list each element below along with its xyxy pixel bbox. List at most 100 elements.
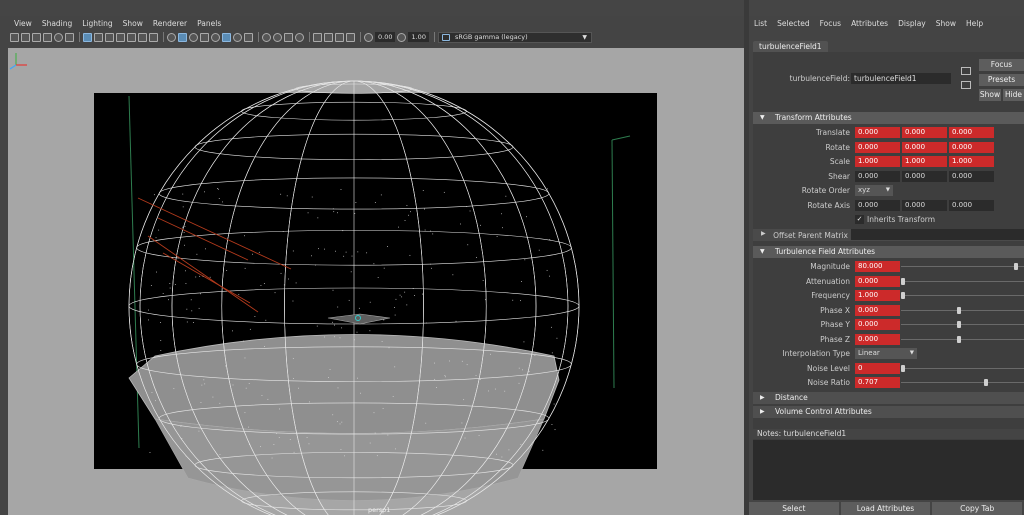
rotate-x-field[interactable]: 0.000 xyxy=(855,142,900,153)
anti-aliasing-icon[interactable] xyxy=(262,32,271,42)
noise-level-field[interactable]: 0 xyxy=(855,363,900,374)
noise-ratio-field[interactable]: 0.707 xyxy=(855,377,900,388)
shear-z-field[interactable]: 0.000 xyxy=(949,171,994,182)
frequency-slider-track[interactable] xyxy=(901,295,1024,296)
rotate-order-dropdown[interactable]: xyz ▼ xyxy=(855,185,893,196)
phase-y-slider-handle[interactable] xyxy=(956,321,961,328)
shear-x-field[interactable]: 0.000 xyxy=(855,171,900,182)
screen-space-ao-icon[interactable] xyxy=(233,32,242,42)
interpolation-type-dropdown[interactable]: Linear ▼ xyxy=(855,348,917,359)
select-joints-icon[interactable] xyxy=(346,32,355,42)
translate-x-field[interactable]: 0.000 xyxy=(855,127,900,138)
magnitude-slider-track[interactable] xyxy=(901,266,1024,267)
inherits-transform-checkbox[interactable]: ✓ xyxy=(855,215,864,224)
phase-x-field[interactable]: 0.000 xyxy=(855,305,900,316)
rotate-z-field[interactable]: 0.000 xyxy=(949,142,994,153)
presets-button[interactable]: Presets xyxy=(979,74,1024,86)
field-chart-icon[interactable] xyxy=(127,32,136,42)
menu-show-ae[interactable]: Show xyxy=(931,19,961,28)
go-to-output-icon[interactable] xyxy=(961,81,971,89)
menu-focus[interactable]: Focus xyxy=(815,19,846,28)
wireframe-icon[interactable] xyxy=(167,32,176,42)
section-volume-control[interactable]: ▶ Volume Control Attributes xyxy=(753,406,1024,418)
menu-lighting[interactable]: Lighting xyxy=(77,19,117,28)
scale-z-field[interactable]: 1.000 xyxy=(949,156,994,167)
menu-attributes[interactable]: Attributes xyxy=(846,19,893,28)
menu-renderer[interactable]: Renderer xyxy=(148,19,192,28)
frequency-field[interactable]: 1.000 xyxy=(855,290,900,301)
safe-action-icon[interactable] xyxy=(138,32,147,42)
bookmark-icon[interactable] xyxy=(32,32,41,42)
rotate-y-field[interactable]: 0.000 xyxy=(902,142,947,153)
resolution-gate-icon[interactable] xyxy=(105,32,114,42)
section-turbulence-field[interactable]: ▼ Turbulence Field Attributes xyxy=(753,246,1024,258)
phase-x-slider-handle[interactable] xyxy=(956,307,961,314)
menu-panels[interactable]: Panels xyxy=(192,19,226,28)
phase-x-slider-track[interactable] xyxy=(901,310,1024,311)
xray-joints-icon[interactable] xyxy=(313,32,322,42)
2d-pan-zoom-icon[interactable] xyxy=(54,32,63,42)
noise-level-slider-track[interactable] xyxy=(901,368,1024,369)
select-button[interactable]: Select xyxy=(749,502,839,515)
tab-turbulence-field[interactable]: turbulenceField1 xyxy=(753,41,828,52)
noise-level-slider-handle[interactable] xyxy=(901,365,905,372)
lights-icon[interactable] xyxy=(211,32,220,42)
focus-button[interactable]: Focus xyxy=(979,59,1024,71)
phase-y-slider-track[interactable] xyxy=(901,324,1024,325)
smooth-shade-icon[interactable] xyxy=(178,32,187,42)
rotate-axis-x-field[interactable]: 0.000 xyxy=(855,200,900,211)
section-distance[interactable]: ▶ Distance xyxy=(753,392,1024,404)
grease-pencil-icon[interactable] xyxy=(65,32,74,42)
section-offset-parent-matrix[interactable]: ▶ Offset Parent Matrix xyxy=(753,229,1024,241)
3d-viewport[interactable]: persp1 xyxy=(8,48,744,515)
gate-mask-icon[interactable] xyxy=(116,32,125,42)
motion-blur-icon[interactable] xyxy=(244,32,253,42)
depth-of-field-icon[interactable] xyxy=(273,32,282,42)
select-camera-icon[interactable] xyxy=(10,32,19,42)
translate-z-field[interactable]: 0.000 xyxy=(949,127,994,138)
menu-help[interactable]: Help xyxy=(961,19,988,28)
scale-y-field[interactable]: 1.000 xyxy=(902,156,947,167)
hide-button[interactable]: Hide xyxy=(1003,89,1024,101)
menu-display[interactable]: Display xyxy=(893,19,931,28)
translate-y-field[interactable]: 0.000 xyxy=(902,127,947,138)
shear-y-field[interactable]: 0.000 xyxy=(902,171,947,182)
attenuation-slider-track[interactable] xyxy=(901,281,1024,282)
noise-ratio-slider-handle[interactable] xyxy=(984,379,989,386)
magnitude-slider-handle[interactable] xyxy=(1014,263,1019,270)
exposure-field[interactable]: 0.00 xyxy=(375,32,396,42)
node-name-field[interactable]: turbulenceField1 xyxy=(851,73,951,84)
camera-attributes-icon[interactable] xyxy=(21,32,30,42)
show-button[interactable]: Show xyxy=(979,89,1001,101)
rotate-axis-y-field[interactable]: 0.000 xyxy=(902,200,947,211)
phase-z-field[interactable]: 0.000 xyxy=(855,334,900,345)
color-space-dropdown[interactable]: sRGB gamma (legacy) ▼ xyxy=(437,31,592,43)
phase-y-field[interactable]: 0.000 xyxy=(855,319,900,330)
menu-view[interactable]: View xyxy=(0,19,37,28)
isolate-select-icon[interactable] xyxy=(284,32,293,42)
load-attributes-button[interactable]: Load Attributes xyxy=(840,502,931,515)
menu-list[interactable]: List xyxy=(749,19,772,28)
gamma-field[interactable]: 1.00 xyxy=(408,32,429,42)
textured-icon[interactable] xyxy=(200,32,209,42)
noise-ratio-slider-track[interactable] xyxy=(901,382,1024,383)
xray-icon[interactable] xyxy=(295,32,304,42)
menu-shading[interactable]: Shading xyxy=(37,19,77,28)
xray-components-icon[interactable] xyxy=(335,32,344,42)
film-gate-icon[interactable] xyxy=(94,32,103,42)
attenuation-slider-handle[interactable] xyxy=(901,278,905,285)
attenuation-field[interactable]: 0.000 xyxy=(855,276,900,287)
section-transform[interactable]: ▼ Transform Attributes xyxy=(753,112,1024,124)
scale-x-field[interactable]: 1.000 xyxy=(855,156,900,167)
wireframe-on-shaded-icon[interactable] xyxy=(189,32,198,42)
safe-title-icon[interactable] xyxy=(149,32,158,42)
rotate-axis-z-field[interactable]: 0.000 xyxy=(949,200,994,211)
magnitude-field[interactable]: 80.000 xyxy=(855,261,900,272)
image-plane-icon[interactable] xyxy=(43,32,52,42)
copy-tab-button[interactable]: Copy Tab xyxy=(932,502,1023,515)
menu-show[interactable]: Show xyxy=(118,19,148,28)
phase-z-slider-track[interactable] xyxy=(901,339,1024,340)
notes-textarea[interactable] xyxy=(753,440,1024,500)
offset-parent-matrix-field[interactable] xyxy=(851,229,1024,240)
gamma-icon[interactable] xyxy=(397,32,407,42)
